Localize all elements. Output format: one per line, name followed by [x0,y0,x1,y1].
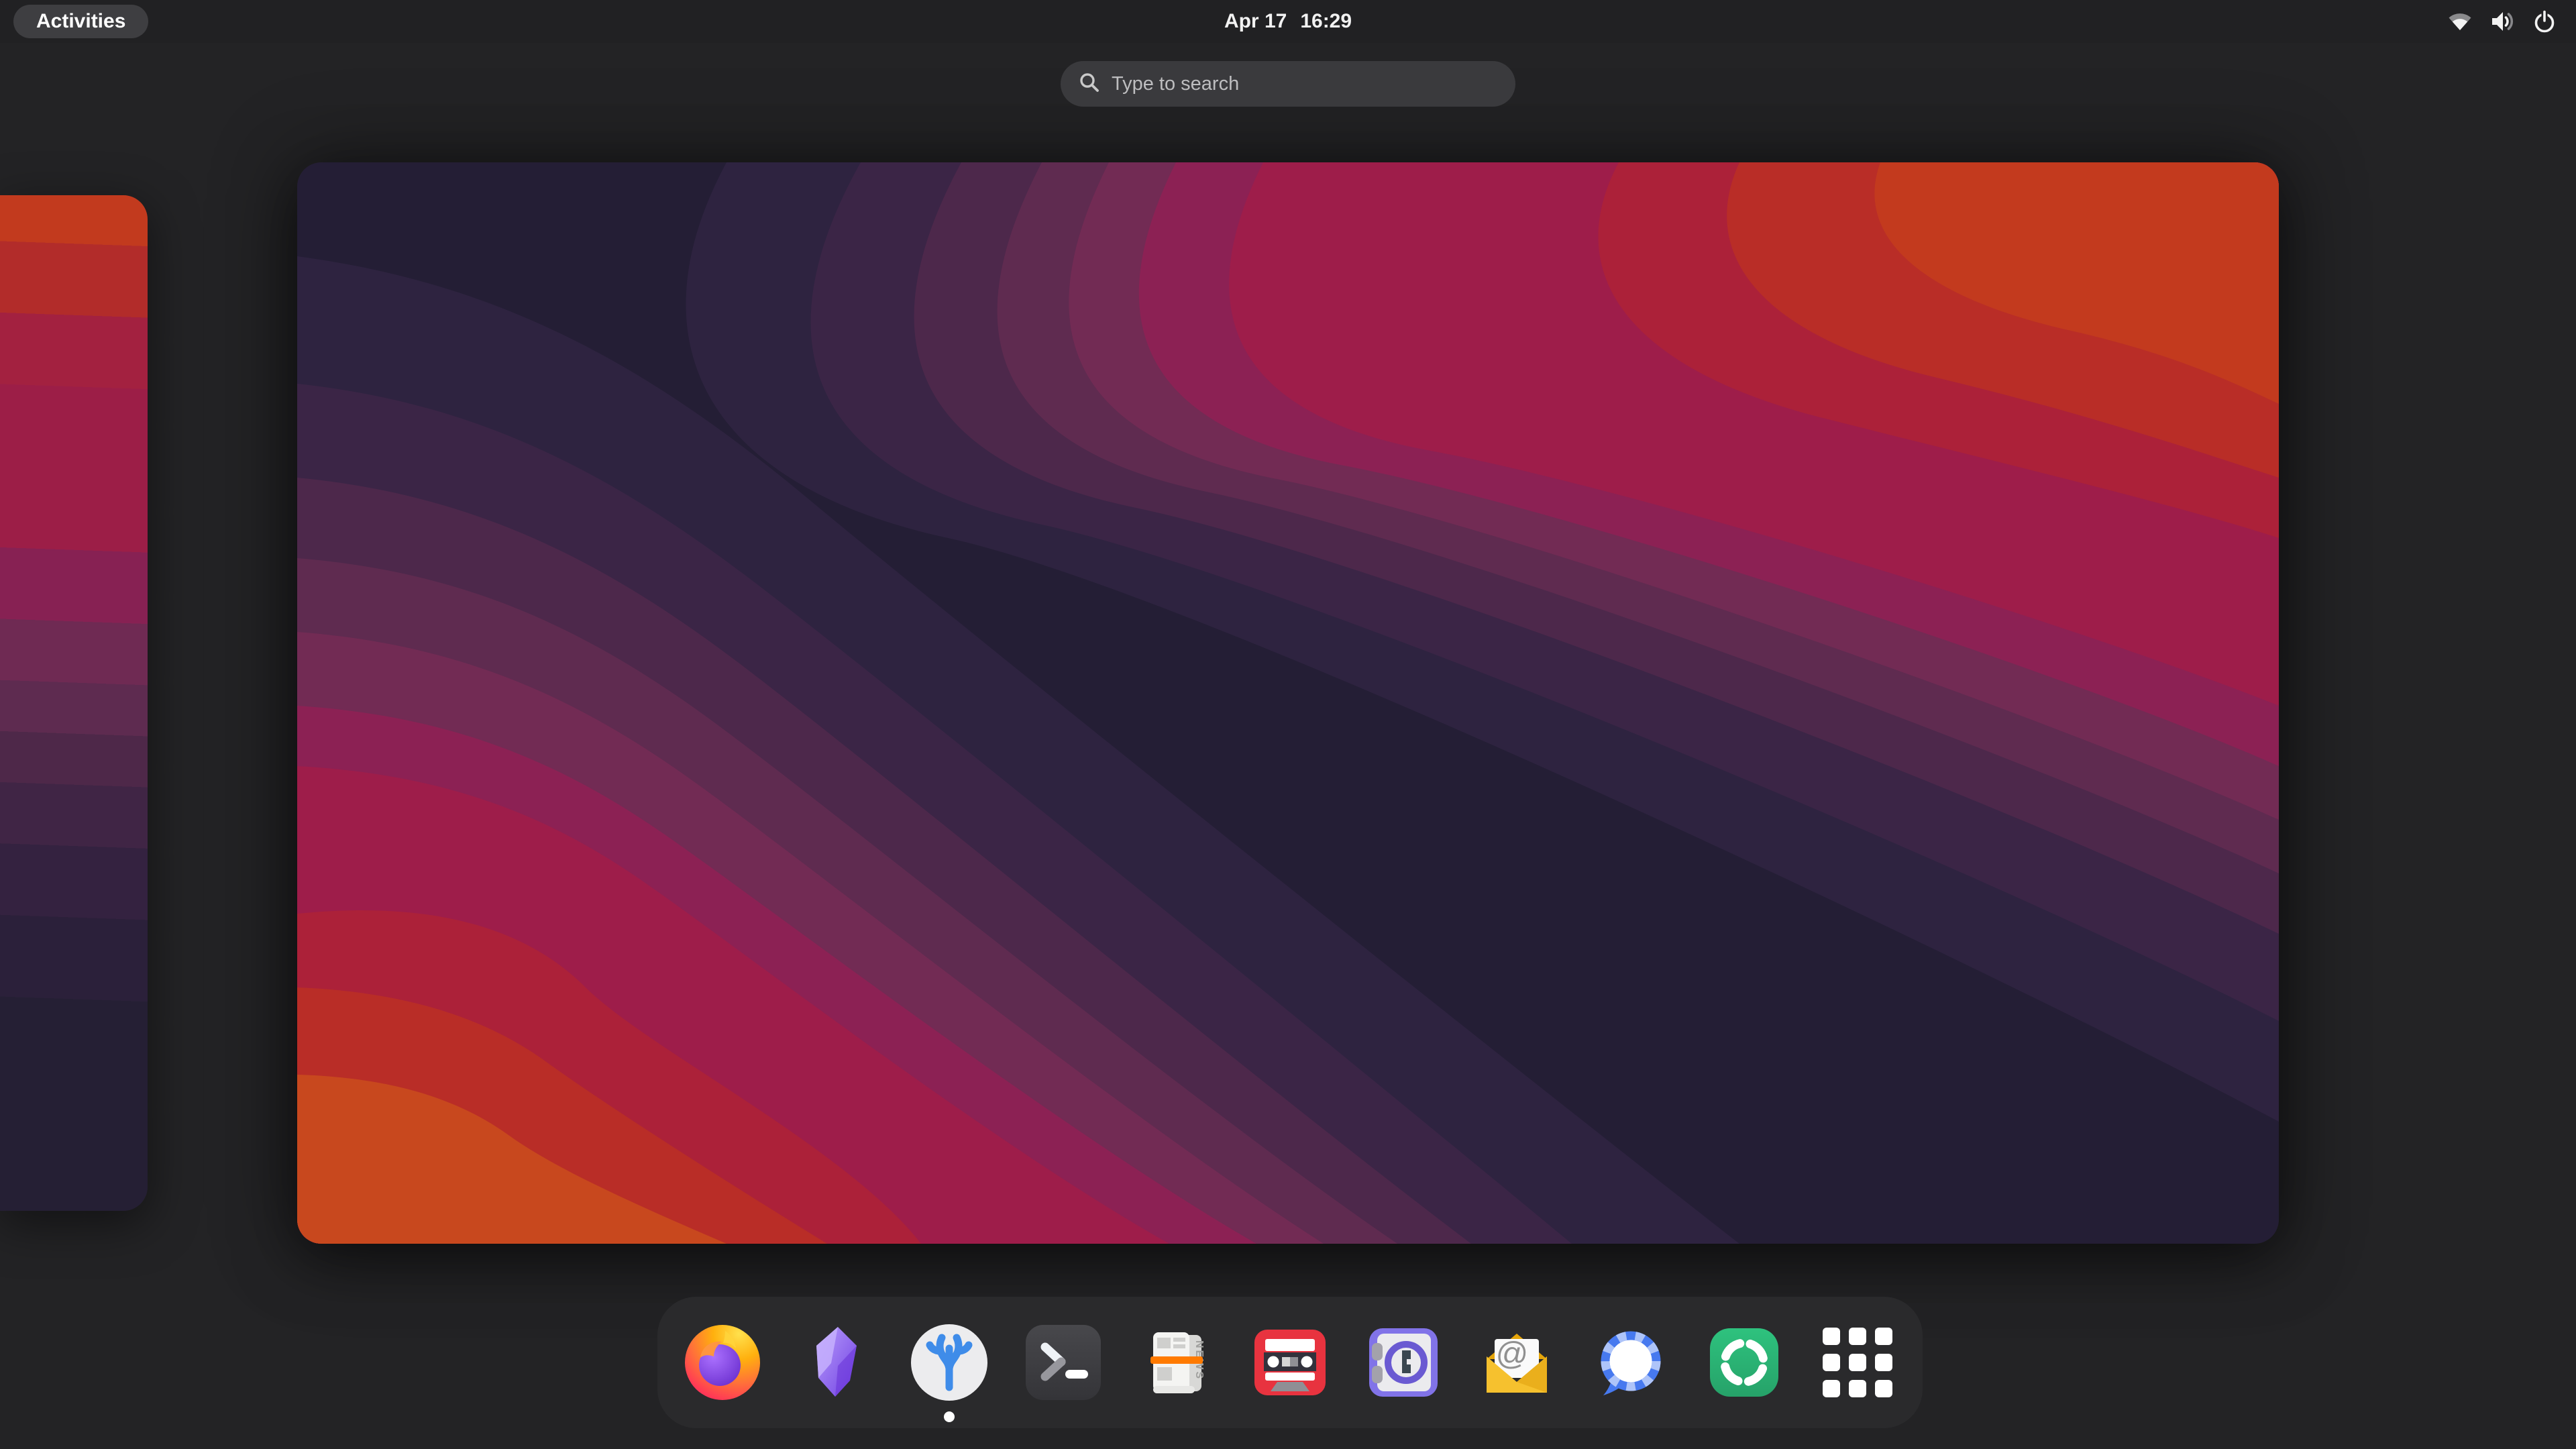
workspace-preview-main[interactable] [297,162,2279,1244]
dock-app-news[interactable]: NEWS [1137,1297,1216,1428]
search-input[interactable] [1112,73,1498,95]
dock-app-terminal[interactable] [1024,1297,1103,1428]
signal-icon [1591,1323,1670,1402]
volume-icon [2489,9,2516,34]
app-grid-icon [1823,1328,1892,1397]
newspaper-icon: NEWS [1137,1323,1216,1402]
dock-app-signal[interactable] [1591,1297,1670,1428]
top-bar: Activities Apr 17 16:29 [0,0,2576,43]
wallpaper [297,162,2279,1244]
firefox-icon [683,1323,762,1402]
coral-icon [910,1323,989,1402]
search-icon [1078,71,1101,97]
clock-button[interactable]: Apr 17 16:29 [1224,0,1352,43]
clock-date: Apr 17 [1224,10,1287,33]
cassette-icon [1250,1323,1330,1402]
dock-app-obsidian[interactable] [796,1297,875,1428]
dock-app-sync[interactable] [1705,1297,1784,1428]
system-status-menu[interactable] [2442,0,2563,43]
dock-app-coral[interactable] [910,1297,989,1428]
dock-app-firefox[interactable] [683,1297,762,1428]
running-indicator-dot [944,1411,955,1422]
power-icon [2532,9,2557,34]
dock-app-mail[interactable]: @ [1477,1297,1556,1428]
envelope-at-icon: @ [1477,1323,1556,1402]
workspace-preview-left[interactable] [0,195,148,1211]
obsidian-icon [796,1323,875,1402]
dock: NEWS @ [657,1297,1923,1428]
vault-icon [1364,1323,1443,1402]
clock-time: 16:29 [1300,10,1352,33]
app-grid-button[interactable] [1818,1297,1897,1428]
activities-button[interactable]: Activities [13,5,148,38]
dock-app-cassette[interactable] [1250,1297,1330,1428]
wifi-icon [2447,9,2473,34]
terminal-icon [1024,1323,1103,1402]
sync-arrows-icon [1705,1323,1784,1402]
dock-app-vault[interactable] [1364,1297,1443,1428]
svg-text:@: @ [1496,1336,1529,1372]
search-bar [1061,61,1515,107]
